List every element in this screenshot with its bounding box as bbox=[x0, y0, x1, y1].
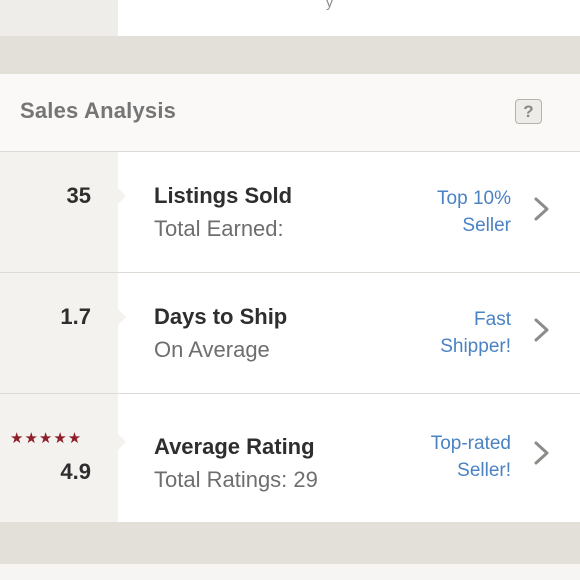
average-rating-row[interactable]: ★★★★★ 4.9 Average Rating Total Ratings: … bbox=[0, 394, 580, 522]
help-icon: ? bbox=[523, 101, 534, 121]
listings-sold-row[interactable]: 35 Listings Sold Total Earned: Top 10% S… bbox=[0, 152, 580, 273]
badge-line-1: Top 10% bbox=[437, 188, 511, 209]
badge-line-2: Seller! bbox=[457, 460, 511, 481]
days-to-ship-value: 1.7 bbox=[60, 304, 91, 329]
chevron-right-icon[interactable] bbox=[532, 317, 552, 343]
row-notch bbox=[118, 309, 126, 325]
badge-line-2: Seller bbox=[462, 215, 511, 236]
total-ratings-label: Total Ratings: 29 bbox=[154, 467, 318, 492]
days-to-ship-label: Days to Ship bbox=[154, 304, 288, 329]
panel-title: Sales Analysis bbox=[20, 98, 177, 123]
badge-line-1: Fast bbox=[474, 309, 511, 330]
average-rating-label: Average Rating bbox=[154, 434, 315, 459]
previous-card-text: y bbox=[326, 0, 333, 10]
stat-column bbox=[0, 152, 118, 272]
listings-sold-label: Listings Sold bbox=[154, 183, 293, 208]
chevron-right-icon[interactable] bbox=[532, 196, 552, 222]
days-to-ship-row[interactable]: 1.7 Days to Ship On Average Fast Shipper… bbox=[0, 273, 580, 394]
top-rated-badge[interactable]: Top-rated Seller! bbox=[431, 430, 511, 484]
row-notch bbox=[118, 188, 126, 204]
separator-band bbox=[0, 36, 580, 74]
on-average-label: On Average bbox=[154, 337, 270, 362]
stat-column bbox=[0, 273, 118, 393]
average-rating-value: 4.9 bbox=[60, 459, 91, 484]
fast-shipper-badge[interactable]: Fast Shipper! bbox=[440, 306, 511, 360]
badge-line-2: Shipper! bbox=[440, 336, 511, 357]
stat-column bbox=[0, 394, 118, 522]
badge-line-1: Top-rated bbox=[430, 433, 511, 454]
listings-sold-count: 35 bbox=[66, 183, 91, 208]
separator-band bbox=[0, 522, 580, 564]
next-card bbox=[0, 564, 580, 580]
sales-analysis-panel: Sales Analysis ? 35 Listings Sold Total … bbox=[0, 74, 580, 522]
star-rating-icon: ★★★★★ bbox=[10, 430, 83, 447]
chevron-right-icon[interactable] bbox=[532, 440, 552, 466]
previous-card-content: y bbox=[118, 0, 580, 36]
top-seller-badge[interactable]: Top 10% Seller bbox=[437, 185, 511, 239]
redacted-amount bbox=[302, 214, 388, 254]
row-notch bbox=[118, 434, 126, 450]
panel-header: Sales Analysis ? bbox=[0, 74, 580, 152]
total-earned-label: Total Earned: bbox=[154, 216, 284, 241]
previous-card: y bbox=[0, 0, 580, 36]
help-button[interactable]: ? bbox=[515, 99, 542, 124]
